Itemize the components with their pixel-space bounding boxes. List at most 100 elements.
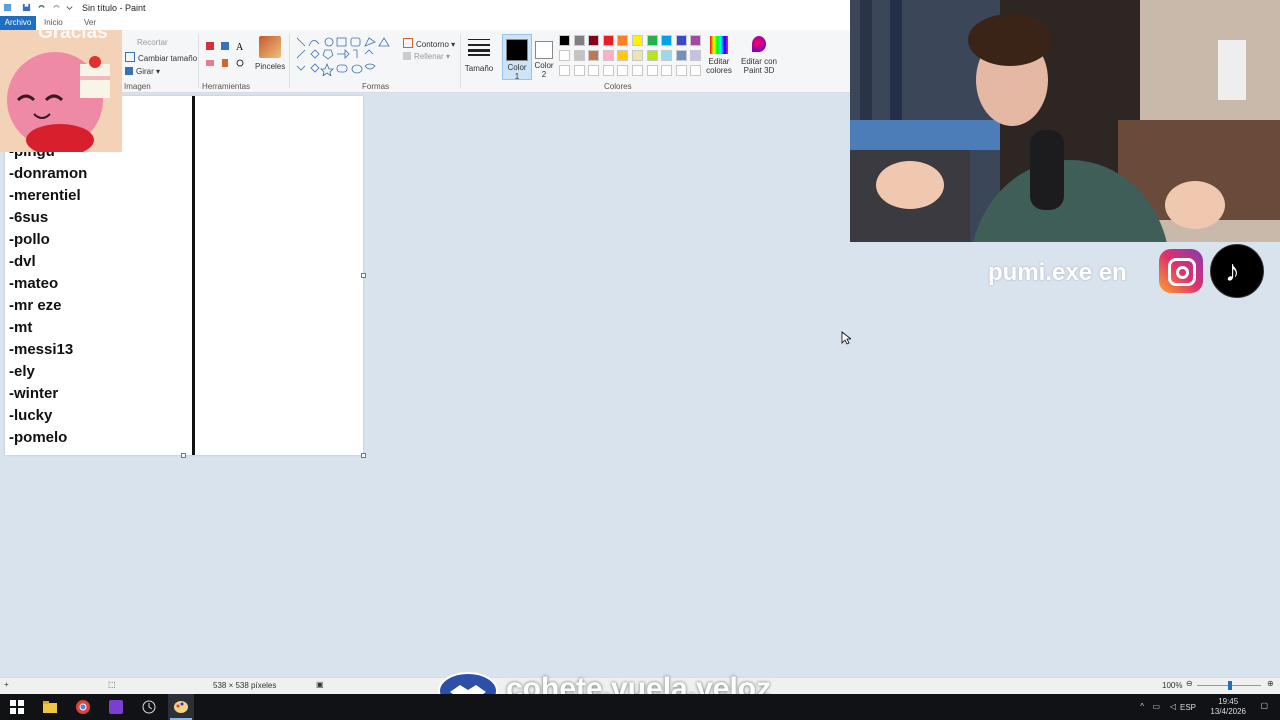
file-explorer-icon[interactable] (42, 699, 58, 715)
palette-swatch-empty[interactable] (617, 65, 629, 76)
windows-start-icon[interactable] (9, 699, 25, 715)
outline-icon (403, 38, 413, 48)
color-picker-icon[interactable] (222, 59, 228, 67)
contorno-button[interactable]: Contorno ▾ (403, 38, 455, 49)
editar-paint3d-button[interactable]: Editar con Paint 3D (738, 36, 780, 75)
network-icon[interactable]: ▭ (1152, 702, 1160, 711)
separator (460, 34, 461, 88)
color2-button[interactable]: Color 2 (531, 35, 557, 79)
notifications-icon[interactable]: ▢ (1260, 701, 1268, 710)
zoom-out-icon[interactable]: ⊖ (1186, 679, 1193, 688)
palette-swatch[interactable] (646, 50, 658, 61)
color1-button[interactable]: Color 1 (502, 34, 532, 81)
clock-app-icon[interactable] (141, 699, 157, 715)
palette-swatch[interactable] (588, 50, 600, 61)
clock-time: 19:45 (1218, 697, 1239, 706)
palette-swatch[interactable] (646, 35, 658, 46)
palette-swatch[interactable] (690, 50, 702, 61)
paint3d-icon (752, 36, 766, 52)
recortar-button[interactable]: Recortar (137, 38, 168, 47)
palette-swatch[interactable] (617, 35, 629, 46)
palette-swatch-empty[interactable] (646, 65, 658, 76)
eraser-icon[interactable] (206, 60, 214, 66)
selection-size-icon: ⬚ (108, 680, 116, 689)
kirby-illustration (7, 52, 110, 152)
fill-icon[interactable] (221, 42, 229, 50)
canvas-name-item: -mr eze (9, 297, 62, 314)
streamer-video (850, 0, 1280, 242)
redo-icon[interactable] (52, 3, 61, 12)
resize-handle-bottom[interactable] (181, 453, 186, 458)
resize-handle-corner[interactable] (361, 453, 366, 458)
tab-archivo[interactable]: Archivo (0, 16, 36, 30)
zoom-in-icon[interactable]: ⊕ (1267, 679, 1274, 688)
palette-swatch[interactable] (661, 50, 673, 61)
obs-app-icon[interactable] (108, 699, 124, 715)
chrome-icon[interactable] (75, 699, 91, 715)
language-indicator[interactable]: ESP (1180, 703, 1196, 712)
canvas-name-item: -ely (9, 363, 35, 380)
palette-swatch-empty[interactable] (573, 65, 585, 76)
gracias-overlay-text: Gracias (38, 22, 108, 43)
separator (198, 34, 199, 88)
shapes-gallery[interactable] (295, 36, 395, 76)
cursor-position-icon: + (4, 680, 9, 689)
tamano-button[interactable]: Tamaño (464, 38, 494, 73)
palette-swatch[interactable] (602, 35, 614, 46)
palette-swatch[interactable] (559, 50, 570, 61)
color2-swatch (535, 41, 553, 59)
save-icon[interactable] (22, 3, 31, 12)
palette-swatch-empty[interactable] (661, 65, 673, 76)
rotate-icon (125, 67, 133, 75)
chevron-up-icon[interactable]: ^ (1140, 702, 1144, 711)
palette-swatch[interactable] (617, 50, 629, 61)
tools-grid: A (206, 42, 244, 67)
palette-swatch-empty[interactable] (675, 65, 687, 76)
palette-swatch[interactable] (588, 35, 600, 46)
resize-handle-right[interactable] (361, 273, 366, 278)
palette-swatch[interactable] (632, 35, 643, 46)
girar-button[interactable]: Girar ▾ (125, 67, 160, 76)
zoom-slider-thumb[interactable] (1228, 681, 1232, 690)
volume-icon[interactable]: ◁ (1170, 702, 1176, 711)
palette-swatch[interactable] (675, 50, 687, 61)
clock[interactable]: 19:45 13/4/2026 (1210, 697, 1246, 717)
paint-icon (174, 701, 188, 713)
palette-swatch-empty[interactable] (588, 65, 600, 76)
herramientas-group-label: Herramientas (202, 82, 251, 91)
image-dimensions: 538 × 538 píxeles (213, 681, 277, 690)
palette-swatch-empty[interactable] (632, 65, 643, 76)
ribbon-tabs: Archivo Inicio Ver (0, 16, 850, 30)
palette-swatch[interactable] (602, 50, 614, 61)
window-title: Sin título - Paint (82, 3, 146, 13)
palette-swatch[interactable] (632, 50, 643, 61)
paint-taskbar-button[interactable] (168, 694, 194, 720)
palette-swatch-empty[interactable] (602, 65, 614, 76)
rellenar-button[interactable]: Rellenar ▾ (403, 52, 450, 61)
pencil-icon[interactable] (206, 42, 214, 50)
cambiar-tamano-button[interactable]: Cambiar tamaño (125, 52, 197, 63)
palette-swatch[interactable] (559, 35, 570, 46)
canvas-name-item: -pollo (9, 231, 50, 248)
chevron-down-icon[interactable] (65, 3, 74, 12)
palette-swatch-empty[interactable] (559, 65, 570, 76)
canvas-name-item: -dvl (9, 253, 36, 270)
magnifier-icon[interactable] (236, 59, 244, 67)
canvas-name-item: -mateo (9, 275, 59, 292)
palette-swatch[interactable] (573, 50, 585, 61)
palette-swatch[interactable] (675, 35, 687, 46)
zoom-level: 100% (1162, 681, 1183, 690)
pinceles-button[interactable]: Pinceles (255, 36, 285, 71)
palette-swatch[interactable] (690, 35, 702, 46)
undo-icon[interactable] (37, 3, 46, 12)
palette-swatch[interactable] (661, 35, 673, 46)
editar-colores-button[interactable]: Editar colores (703, 36, 735, 75)
taskbar: ^ ▭ ◁ ESP 19:45 13/4/2026 ▢ (0, 694, 1280, 720)
file-size-icon: ▣ (316, 680, 324, 689)
palette-swatch[interactable] (573, 35, 585, 46)
canvas-name-item: -6sus (9, 209, 49, 226)
text-tool-icon[interactable]: A (236, 42, 244, 53)
colores-group-label: Colores (604, 82, 632, 91)
line-size-icon (468, 39, 490, 56)
palette-swatch-empty[interactable] (690, 65, 702, 76)
